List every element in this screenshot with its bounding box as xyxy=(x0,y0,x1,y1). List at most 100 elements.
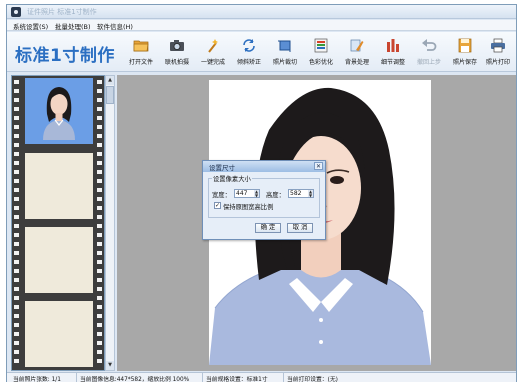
film-hole xyxy=(97,134,102,138)
film-hole xyxy=(97,287,102,291)
film-hole xyxy=(97,350,102,354)
status-bar: 当前照片张数: 1/1 当前图像信息:447*582，缩放比例 100% 当前规… xyxy=(7,372,516,383)
open-file-button[interactable]: 打开文件 xyxy=(123,36,159,70)
film-hole xyxy=(97,98,102,102)
film-hole xyxy=(97,197,102,201)
product-heading: 标准1寸制作 xyxy=(15,46,115,66)
film-hole xyxy=(97,215,102,219)
film-hole xyxy=(14,350,19,354)
film-hole xyxy=(97,278,102,282)
scroll-up-icon[interactable]: ▲ xyxy=(106,76,114,85)
print-photo-label: 照片打印 xyxy=(485,59,510,66)
window-title: 证件照片 标准1寸制作 xyxy=(27,8,97,16)
empty-frame[interactable] xyxy=(25,301,93,367)
title-bar[interactable]: 证件照片 标准1寸制作 xyxy=(7,5,516,19)
tilt-correct-button[interactable]: 倾斜矫正 xyxy=(231,36,267,70)
film-hole xyxy=(97,296,102,300)
status-divider xyxy=(202,373,203,382)
film-hole xyxy=(97,269,102,273)
dialog-title-bar[interactable]: 设置尺寸 xyxy=(203,161,325,172)
film-hole xyxy=(14,251,19,255)
background-process-button[interactable]: 背景处理 xyxy=(339,36,375,70)
film-hole xyxy=(97,323,102,327)
scroll-thumb[interactable] xyxy=(106,86,114,104)
dialog-title: 设置尺寸 xyxy=(209,164,235,172)
film-hole xyxy=(14,179,19,183)
film-hole xyxy=(14,197,19,201)
thumbnail-photo xyxy=(33,82,85,140)
film-hole xyxy=(97,242,102,246)
tethered-capture-button[interactable]: 联机拍摄 xyxy=(159,36,195,70)
menu-batch-process[interactable]: 批量处理(B) xyxy=(55,21,91,31)
film-hole xyxy=(97,206,102,210)
film-hole xyxy=(97,251,102,255)
status-divider xyxy=(76,373,77,382)
filmstrip-thumbnail[interactable] xyxy=(25,78,93,144)
film-hole xyxy=(97,179,102,183)
film-hole xyxy=(97,107,102,111)
film-hole xyxy=(97,224,102,228)
folder-open-icon xyxy=(133,40,149,52)
film-hole xyxy=(14,323,19,327)
film-hole xyxy=(97,305,102,309)
empty-frame[interactable] xyxy=(25,227,93,293)
empty-frame[interactable] xyxy=(25,153,93,219)
detail-adjust-button[interactable]: 细节调整 xyxy=(375,36,411,70)
film-hole xyxy=(14,107,19,111)
film-hole xyxy=(14,134,19,138)
film-hole xyxy=(14,341,19,345)
portrait-thumbnail-image xyxy=(33,82,85,140)
film-hole xyxy=(14,89,19,93)
film-holes-left xyxy=(12,76,21,370)
crop-icon xyxy=(278,40,291,52)
film-hole xyxy=(14,170,19,174)
film-hole xyxy=(14,224,19,228)
film-hole xyxy=(14,215,19,219)
film-hole xyxy=(97,332,102,336)
film-hole xyxy=(97,89,102,93)
film-hole xyxy=(14,188,19,192)
crop-button[interactable]: 照片裁切 xyxy=(267,36,303,70)
film-hole xyxy=(97,143,102,147)
film-hole xyxy=(14,242,19,246)
print-photo-button[interactable]: 照片打印 xyxy=(480,36,516,70)
cancel-button[interactable]: 取 消 xyxy=(287,223,313,233)
film-hole xyxy=(97,314,102,318)
scroll-down-icon[interactable]: ▼ xyxy=(106,361,114,370)
film-hole xyxy=(97,170,102,174)
color-optimize-button[interactable]: 色彩优化 xyxy=(303,36,339,70)
status-image-info: 当前图像信息:447*582，缩放比例 100% xyxy=(80,377,190,383)
film-hole xyxy=(14,116,19,120)
undo-button[interactable]: 撤回上步 xyxy=(411,36,447,70)
film-hole xyxy=(14,359,19,363)
film-hole xyxy=(97,233,102,237)
undo-icon xyxy=(422,39,437,51)
save-icon xyxy=(458,38,472,53)
keep-ratio-checkbox[interactable]: ✓ xyxy=(214,202,221,209)
film-hole xyxy=(14,143,19,147)
close-icon[interactable]: ✕ xyxy=(314,162,323,170)
height-label: 高度： xyxy=(266,192,285,199)
status-print: 当前打印设置：(无) xyxy=(287,377,338,383)
app-window: 证件照片 标准1寸制作 系统设置(S) 批量处理(B) 软件信息(H) 标准1寸… xyxy=(6,4,517,383)
toolbar: 标准1寸制作 打开文件 联机拍摄 一键完成 倾斜矫正 照片裁切 色彩优化 背景处… xyxy=(7,32,516,72)
spin-arrows-icon[interactable]: ▲ ▼ xyxy=(308,190,313,197)
set-size-dialog: 设置尺寸 ✕ 设置像素大小 宽度： 447 ▲ ▼ 高度： 582 ▲ ▼ ✓ 保持… xyxy=(202,160,326,240)
one-click-button[interactable]: 一键完成 xyxy=(195,36,231,70)
ok-button[interactable]: 确 定 xyxy=(255,223,281,233)
filmstrip-scrollbar[interactable]: ▲ ▼ xyxy=(105,75,115,371)
film-hole xyxy=(14,296,19,300)
rotate-correct-icon xyxy=(243,39,255,52)
width-spinbox[interactable]: 447 ▲ ▼ xyxy=(234,189,260,198)
height-spinbox[interactable]: 582 ▲ ▼ xyxy=(288,189,314,198)
menu-software-info[interactable]: 软件信息(H) xyxy=(97,21,133,31)
pixel-size-group-label: 设置像素大小 xyxy=(212,174,252,183)
film-hole xyxy=(97,80,102,84)
film-hole xyxy=(14,260,19,264)
app-icon xyxy=(11,7,21,17)
height-value: 582 xyxy=(290,190,302,197)
film-hole xyxy=(14,305,19,309)
menu-system-settings[interactable]: 系统设置(S) xyxy=(13,21,48,31)
film-hole xyxy=(97,359,102,363)
spin-arrows-icon[interactable]: ▲ ▼ xyxy=(254,190,259,197)
